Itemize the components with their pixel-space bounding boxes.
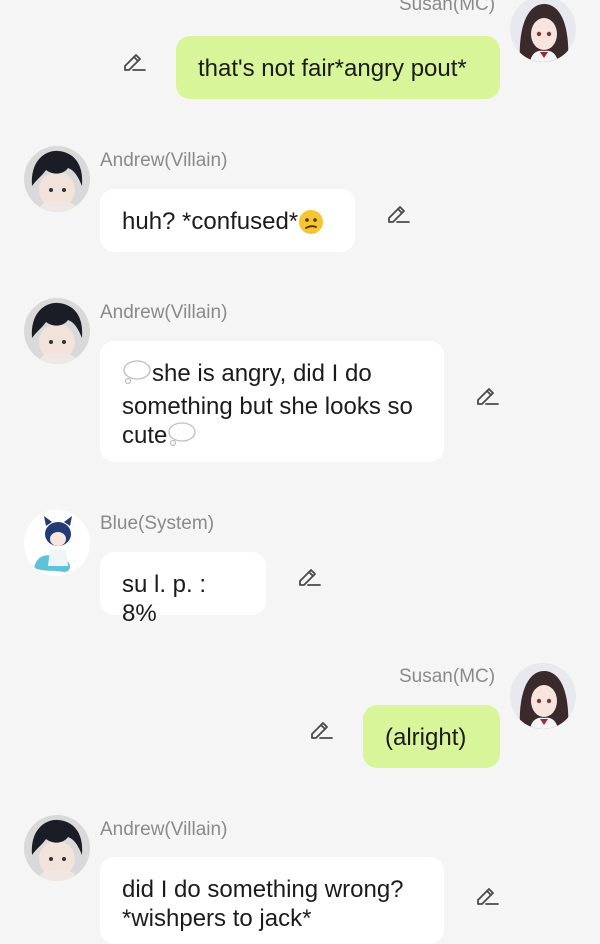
avatar-image <box>510 663 576 729</box>
sender-name: Blue(System) <box>100 513 215 534</box>
avatar-image <box>24 146 90 212</box>
sender-name: Andrew(Villain) <box>100 302 228 323</box>
sender-name: Susan(MC) <box>399 0 496 15</box>
pencil-icon[interactable] <box>385 200 411 226</box>
message-text: su l. p. : 8% <box>122 571 207 627</box>
avatar-susan[interactable] <box>510 0 576 62</box>
message-bubble[interactable]: that's not fair*angry pout* <box>176 36 500 99</box>
message-bubble[interactable]: su l. p. : 8% <box>100 552 266 627</box>
message-text-line: something but she looks so <box>122 393 413 420</box>
avatar-image <box>24 815 90 881</box>
message-bubble[interactable]: did I do something wrong? *wishpers to j… <box>100 857 444 944</box>
confused-face-icon <box>298 209 324 242</box>
message-text-line: cute <box>122 422 168 449</box>
message-text-line: did I do something wrong? <box>122 876 404 903</box>
avatar-susan[interactable] <box>510 663 576 729</box>
pencil-icon[interactable] <box>308 716 334 742</box>
thought-bubble-icon <box>122 359 152 392</box>
message-bubble[interactable]: (alright) <box>363 705 500 768</box>
sender-name: Susan(MC) <box>399 666 496 687</box>
sender-name: Andrew(Villain) <box>100 819 228 840</box>
avatar-image <box>24 510 90 576</box>
pencil-icon[interactable] <box>296 563 322 589</box>
message-text: huh? *confused* <box>122 208 299 235</box>
avatar-image <box>510 0 576 62</box>
pencil-icon[interactable] <box>474 382 500 408</box>
message-bubble[interactable]: huh? *confused* <box>100 189 355 252</box>
pencil-icon[interactable] <box>121 48 147 74</box>
thought-bubble-icon <box>167 421 197 454</box>
message-text-line: *wishpers to jack* <box>122 905 312 932</box>
message-text-line: she is angry, did I do <box>152 360 372 387</box>
avatar-image <box>24 298 90 364</box>
avatar-andrew[interactable] <box>24 146 90 212</box>
message-bubble[interactable]: she is angry, did I do something but she… <box>100 341 444 462</box>
message-text: (alright) <box>385 724 467 751</box>
avatar-blue[interactable] <box>24 510 90 576</box>
pencil-icon[interactable] <box>474 882 500 908</box>
avatar-andrew[interactable] <box>24 815 90 881</box>
avatar-andrew[interactable] <box>24 298 90 364</box>
message-text: that's not fair*angry pout* <box>198 55 467 82</box>
sender-name: Andrew(Villain) <box>100 150 228 171</box>
